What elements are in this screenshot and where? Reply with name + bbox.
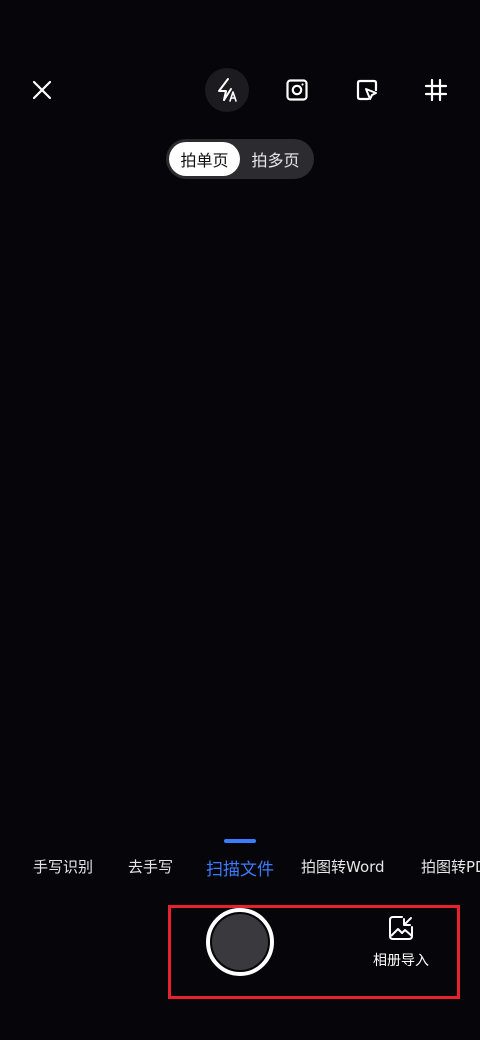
grid-button[interactable] — [414, 68, 458, 112]
close-icon — [32, 80, 52, 100]
tab-photo-to-pdf[interactable]: 拍图转PDF — [421, 856, 480, 877]
multi-page-option[interactable]: 拍多页 — [240, 142, 311, 176]
crop-select-icon — [356, 79, 378, 101]
camera-button[interactable] — [275, 68, 319, 112]
album-import-label: 相册导入 — [373, 953, 429, 969]
shutter-inner — [212, 914, 268, 970]
tab-handwriting-recognition[interactable]: 手写识别 — [33, 856, 93, 877]
grid-icon — [424, 78, 448, 102]
tab-scan-document[interactable]: 扫描文件 — [206, 855, 274, 880]
page-mode-toggle: 拍单页 拍多页 — [166, 139, 314, 179]
flash-auto-icon — [218, 78, 237, 102]
single-page-option[interactable]: 拍单页 — [169, 142, 240, 176]
shutter-button[interactable] — [206, 908, 274, 976]
crop-select-button[interactable] — [345, 68, 389, 112]
flash-auto-button[interactable] — [205, 68, 249, 112]
album-import-button[interactable]: 相册导入 — [364, 914, 438, 980]
camera-icon — [286, 79, 308, 101]
album-import-icon — [389, 916, 413, 940]
tab-photo-to-word[interactable]: 拍图转Word — [301, 856, 385, 877]
close-button[interactable] — [20, 68, 64, 112]
mode-tabs: 手写识别 去手写 扫描文件 拍图转Word 拍图转PDF — [0, 852, 480, 882]
active-tab-indicator — [224, 839, 256, 843]
tab-remove-handwriting[interactable]: 去手写 — [128, 856, 173, 877]
